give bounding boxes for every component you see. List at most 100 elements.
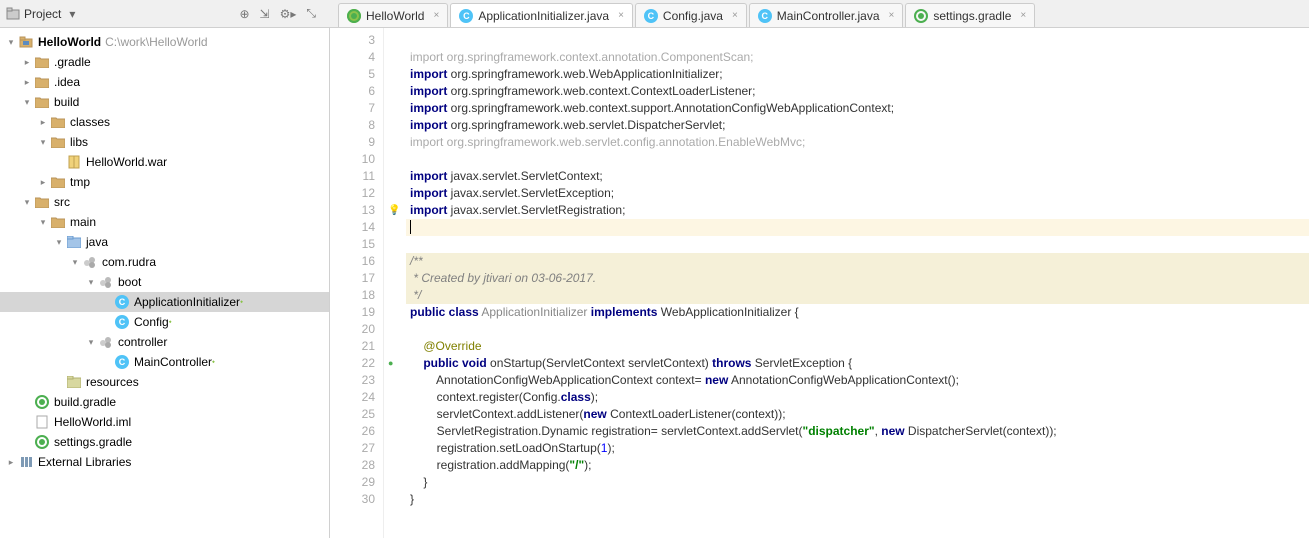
editor-tab[interactable]: CMainController.java× bbox=[749, 3, 904, 27]
tree-node-icon bbox=[18, 455, 34, 469]
code-line[interactable] bbox=[406, 32, 1309, 49]
tab-label: ApplicationInitializer.java bbox=[478, 9, 609, 23]
expand-arrow-icon[interactable]: ▾ bbox=[68, 257, 82, 268]
code-line[interactable]: /** bbox=[406, 253, 1309, 270]
editor-tab[interactable]: HelloWorld× bbox=[338, 3, 448, 27]
code-line[interactable]: } bbox=[406, 474, 1309, 491]
expand-arrow-icon[interactable]: ▸ bbox=[36, 117, 50, 128]
tree-node-icon: C bbox=[114, 315, 130, 329]
collapse-icon[interactable]: ⇲ bbox=[260, 7, 270, 21]
tree-item[interactable]: ▾java bbox=[0, 232, 329, 252]
tree-item[interactable]: ▾controller bbox=[0, 332, 329, 352]
project-panel-header[interactable]: Project ▾ bbox=[6, 7, 231, 21]
code-line[interactable] bbox=[406, 236, 1309, 253]
code-line[interactable]: public class ApplicationInitializer impl… bbox=[406, 304, 1309, 321]
expand-arrow-icon[interactable]: ▾ bbox=[20, 197, 34, 208]
tree-node-icon bbox=[82, 255, 98, 269]
chevron-down-icon[interactable]: ▾ bbox=[65, 7, 79, 21]
gear-icon[interactable]: ⚙▸ bbox=[280, 7, 297, 21]
code-line[interactable] bbox=[406, 151, 1309, 168]
close-icon[interactable]: × bbox=[618, 10, 624, 21]
tree-item[interactable]: ▸build.gradle bbox=[0, 392, 329, 412]
project-tree[interactable]: ▾HelloWorldC:\work\HelloWorld ▸ .gradle ▸.i… bbox=[0, 28, 330, 538]
tree-item[interactable]: ▸ .gradle bbox=[0, 52, 329, 72]
expand-arrow-icon[interactable]: ▾ bbox=[4, 37, 18, 48]
hide-icon[interactable]: ⤡ bbox=[306, 6, 316, 21]
code-area[interactable]: import org.springframework.context.annot… bbox=[406, 28, 1309, 538]
editor-tab[interactable]: settings.gradle× bbox=[905, 3, 1035, 27]
glyph-gutter bbox=[384, 28, 406, 538]
code-line[interactable]: registration.addMapping("/"); bbox=[406, 457, 1309, 474]
tree-node-icon bbox=[50, 215, 66, 229]
tree-node-icon bbox=[50, 175, 66, 189]
tree-item[interactable]: ▸classes bbox=[0, 112, 329, 132]
expand-arrow-icon[interactable]: ▾ bbox=[20, 97, 34, 108]
code-line[interactable]: public void onStartup(ServletContext ser… bbox=[406, 355, 1309, 372]
tree-node-icon bbox=[34, 395, 50, 409]
file-icon bbox=[347, 9, 361, 23]
tree-item[interactable]: ▾build bbox=[0, 92, 329, 112]
expand-arrow-icon[interactable]: ▸ bbox=[20, 57, 34, 68]
tree-item[interactable]: ▾boot bbox=[0, 272, 329, 292]
editor-tab[interactable]: C ApplicationInitializer.java × bbox=[450, 3, 633, 27]
expand-arrow-icon[interactable]: ▾ bbox=[84, 277, 98, 288]
code-line[interactable]: import javax.servlet.ServletRegistration… bbox=[406, 202, 1309, 219]
tree-item[interactable]: ▸HelloWorld.war bbox=[0, 152, 329, 172]
code-line[interactable]: import javax.servlet.ServletException; bbox=[406, 185, 1309, 202]
code-line[interactable]: registration.setLoadOnStartup(1); bbox=[406, 440, 1309, 457]
tree-node-label: main bbox=[70, 215, 96, 229]
expand-arrow-icon[interactable]: ▾ bbox=[36, 137, 50, 148]
code-line[interactable]: servletContext.addListener(new ContextLo… bbox=[406, 406, 1309, 423]
code-line[interactable]: import org.springframework.web.WebApplic… bbox=[406, 66, 1309, 83]
tree-item[interactable]: ▾ main bbox=[0, 212, 329, 232]
code-line[interactable] bbox=[406, 321, 1309, 338]
tree-item-appinit[interactable]: ▸CApplicationInitializer ⬩ bbox=[0, 292, 329, 312]
code-line[interactable]: import org.springframework.web.context.C… bbox=[406, 83, 1309, 100]
code-line[interactable]: } bbox=[406, 491, 1309, 508]
code-line[interactable]: import org.springframework.context.annot… bbox=[406, 49, 1309, 66]
tree-node-icon bbox=[34, 75, 50, 89]
expand-arrow-icon[interactable]: ▾ bbox=[52, 237, 66, 248]
close-icon[interactable]: × bbox=[732, 10, 738, 21]
tree-item[interactable]: ▸HelloWorld.iml bbox=[0, 412, 329, 432]
tree-item[interactable]: ▸settings.gradle bbox=[0, 432, 329, 452]
tree-item[interactable]: ▸CConfig ⬩ bbox=[0, 312, 329, 332]
code-line[interactable]: import org.springframework.web.servlet.c… bbox=[406, 134, 1309, 151]
expand-arrow-icon[interactable]: ▸ bbox=[4, 457, 18, 468]
expand-arrow-icon[interactable]: ▸ bbox=[36, 177, 50, 188]
target-icon[interactable]: ⊕ bbox=[239, 7, 249, 21]
tree-item[interactable]: ▸.idea bbox=[0, 72, 329, 92]
code-editor[interactable]: 3456789101112131415161718192021222324252… bbox=[330, 28, 1309, 538]
code-line[interactable]: import org.springframework.web.context.s… bbox=[406, 100, 1309, 117]
code-line[interactable]: context.register(Config.class); bbox=[406, 389, 1309, 406]
code-line[interactable]: ServletRegistration.Dynamic registration… bbox=[406, 423, 1309, 440]
expand-arrow-icon[interactable]: ▸ bbox=[20, 77, 34, 88]
tree-item[interactable]: ▾libs bbox=[0, 132, 329, 152]
code-line[interactable]: */ bbox=[406, 287, 1309, 304]
tree-node-label: .gradle bbox=[54, 55, 91, 69]
tree-node-icon bbox=[34, 95, 50, 109]
close-icon[interactable]: × bbox=[889, 10, 895, 21]
tree-item[interactable]: ▸CMainController ⬩ bbox=[0, 352, 329, 372]
tree-item[interactable]: ▸tmp bbox=[0, 172, 329, 192]
code-line[interactable]: @Override bbox=[406, 338, 1309, 355]
editor-tab[interactable]: CConfig.java× bbox=[635, 3, 747, 27]
expand-arrow-icon[interactable]: ▾ bbox=[84, 337, 98, 348]
tree-node-icon bbox=[66, 235, 82, 249]
file-icon: C bbox=[459, 9, 473, 23]
code-line[interactable]: AnnotationConfigWebApplicationContext co… bbox=[406, 372, 1309, 389]
code-line[interactable]: import javax.servlet.ServletContext; bbox=[406, 168, 1309, 185]
external-libraries[interactable]: ▸External Libraries bbox=[0, 452, 329, 472]
code-line[interactable]: * Created by jtivari on 03-06-2017. bbox=[406, 270, 1309, 287]
project-root[interactable]: ▾HelloWorldC:\work\HelloWorld bbox=[0, 32, 329, 52]
tree-item[interactable]: ▾com.rudra bbox=[0, 252, 329, 272]
close-icon[interactable]: × bbox=[1020, 10, 1026, 21]
tree-item[interactable]: ▸resources bbox=[0, 372, 329, 392]
code-line[interactable] bbox=[406, 219, 1309, 236]
file-icon: C bbox=[644, 9, 658, 23]
project-panel-label: Project bbox=[24, 7, 61, 21]
close-icon[interactable]: × bbox=[433, 10, 439, 21]
code-line[interactable]: import org.springframework.web.servlet.D… bbox=[406, 117, 1309, 134]
expand-arrow-icon[interactable]: ▾ bbox=[36, 217, 50, 228]
tree-item[interactable]: ▾src bbox=[0, 192, 329, 212]
